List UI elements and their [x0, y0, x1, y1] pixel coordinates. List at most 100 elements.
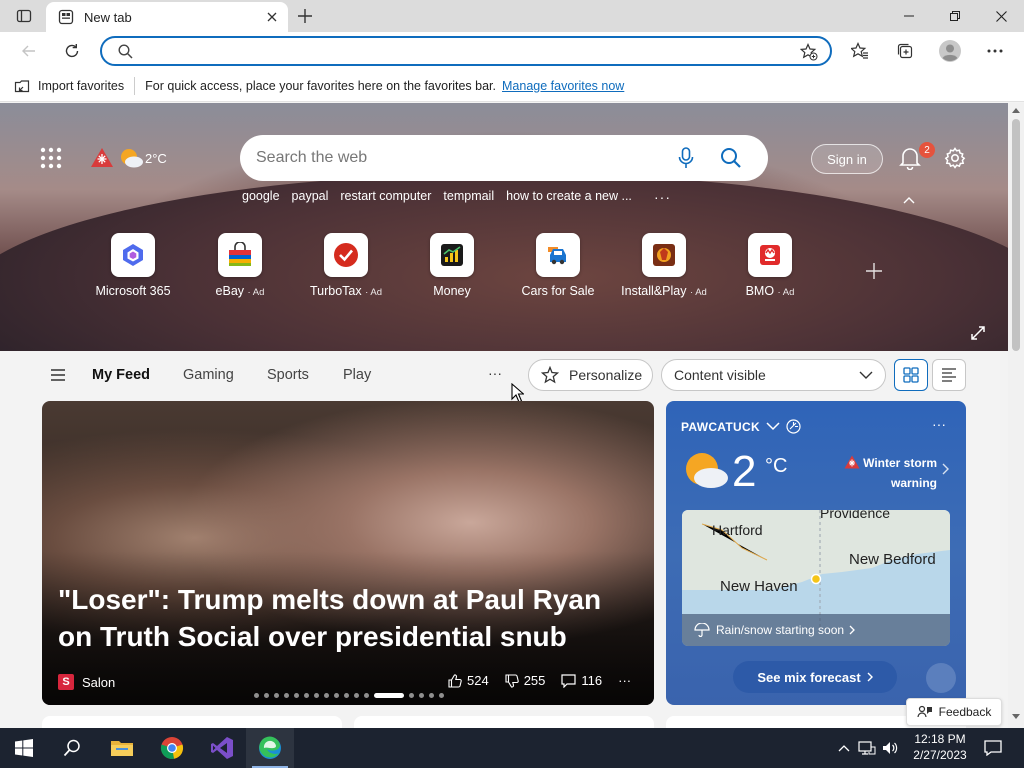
address-input[interactable]: [142, 41, 782, 61]
article-source[interactable]: S Salon: [58, 674, 115, 690]
profile-button[interactable]: [935, 36, 965, 66]
scroll-down-icon[interactable]: [1012, 714, 1020, 720]
tab-actions-button[interactable]: [8, 5, 40, 27]
carousel-dot[interactable]: [284, 693, 289, 698]
weather-location[interactable]: PAWCATUCK: [681, 419, 801, 434]
expand-background-icon[interactable]: [970, 325, 986, 341]
article-headline[interactable]: "Loser": Trump melts down at Paul Ryan o…: [58, 581, 638, 655]
top-story-card[interactable]: "Loser": Trump melts down at Paul Ryan o…: [42, 401, 654, 705]
weather-map[interactable]: Hartford Providence New Bedford New Have…: [682, 510, 950, 646]
carousel-dot[interactable]: [304, 693, 309, 698]
close-window-button[interactable]: [978, 0, 1024, 32]
see-forecast-button[interactable]: See mix forecast: [733, 661, 897, 693]
import-favorites-button[interactable]: Import favorites: [14, 78, 124, 94]
weather-more-button[interactable]: ···: [932, 416, 946, 432]
scrollbar-thumb[interactable]: [1012, 119, 1020, 351]
trending-search-link[interactable]: restart computer: [340, 189, 431, 203]
quick-link-install-play[interactable]: Install&Play · Ad: [609, 233, 719, 298]
address-bar[interactable]: [100, 36, 832, 66]
feed-more-button[interactable]: ···: [488, 365, 502, 381]
trending-search-link[interactable]: how to create a new ...: [506, 189, 632, 203]
weather-assistant-avatar[interactable]: [926, 663, 956, 693]
scroll-up-icon[interactable]: [1012, 107, 1020, 113]
comments-button[interactable]: 116: [561, 673, 602, 688]
minimize-button[interactable]: [886, 0, 932, 32]
content-visibility-dropdown[interactable]: Content visible: [661, 359, 886, 391]
tab-my-feed[interactable]: My Feed: [92, 367, 150, 383]
carousel-dot[interactable]: [274, 693, 279, 698]
add-quick-link-icon[interactable]: [864, 261, 884, 281]
new-tab-button[interactable]: [294, 5, 316, 27]
quick-link-microsoft-365[interactable]: Microsoft 365: [78, 233, 188, 298]
carousel-dot[interactable]: [264, 693, 269, 698]
favorites-button[interactable]: [845, 36, 875, 66]
chevron-up-icon[interactable]: [838, 744, 850, 752]
carousel-dot[interactable]: [364, 693, 369, 698]
trending-search-link[interactable]: tempmail: [443, 189, 494, 203]
web-search-box[interactable]: Search the web: [240, 135, 768, 181]
carousel-dot[interactable]: [419, 693, 424, 698]
chevron-right-icon[interactable]: [942, 463, 949, 475]
search-button[interactable]: [48, 728, 96, 768]
sign-in-button[interactable]: Sign in: [811, 144, 883, 174]
like-button[interactable]: 524: [448, 673, 489, 688]
weather-mini-widget[interactable]: 2°C: [90, 147, 167, 169]
tab-play[interactable]: Play: [343, 367, 371, 383]
carousel-dot[interactable]: [429, 693, 434, 698]
personalize-button[interactable]: Personalize: [528, 359, 653, 391]
tab-sports[interactable]: Sports: [267, 367, 309, 383]
trending-search-link[interactable]: google: [242, 189, 280, 203]
quick-link-turbotax[interactable]: TurboTax · Ad: [291, 233, 401, 298]
page-settings-button[interactable]: [944, 147, 966, 169]
add-favorite-icon[interactable]: [800, 43, 818, 61]
app-launcher-button[interactable]: [40, 147, 64, 171]
list-layout-button[interactable]: [932, 359, 966, 391]
settings-and-more-button[interactable]: [980, 36, 1010, 66]
back-button[interactable]: [14, 36, 44, 66]
network-icon[interactable]: [858, 740, 876, 756]
trending-more-button[interactable]: ···: [654, 189, 671, 205]
weather-card[interactable]: PAWCATUCK ··· 2 °C Winter storm warning …: [666, 401, 966, 705]
search-icon[interactable]: [720, 147, 742, 169]
system-clock[interactable]: 12:18 PM 2/27/2023: [908, 731, 972, 763]
page-scrollbar[interactable]: [1008, 103, 1024, 728]
dislike-button[interactable]: 255: [505, 673, 545, 688]
carousel-dot-active[interactable]: [374, 693, 404, 698]
collapse-chevron-icon[interactable]: [902, 195, 916, 205]
weather-alert[interactable]: Winter storm warning: [842, 453, 937, 493]
volume-icon[interactable]: [882, 740, 898, 756]
chrome-button[interactable]: [148, 728, 196, 768]
carousel-dot[interactable]: [344, 693, 349, 698]
tab-new-tab[interactable]: New tab: [46, 2, 288, 32]
feed-card-peek[interactable]: [354, 716, 654, 728]
carousel-dot[interactable]: [439, 693, 444, 698]
manage-favorites-link[interactable]: Manage favorites now: [502, 79, 624, 93]
carousel-dot[interactable]: [334, 693, 339, 698]
article-more-button[interactable]: ···: [618, 673, 631, 688]
edge-button[interactable]: [246, 728, 294, 768]
start-button[interactable]: [0, 728, 48, 768]
feedback-button[interactable]: Feedback: [906, 698, 1002, 726]
carousel-dot[interactable]: [354, 693, 359, 698]
carousel-dot[interactable]: [294, 693, 299, 698]
restore-button[interactable]: [932, 0, 978, 32]
close-tab-button[interactable]: [262, 7, 282, 27]
grid-layout-button[interactable]: [894, 359, 928, 391]
notifications-button[interactable]: 2: [899, 142, 935, 172]
tab-gaming[interactable]: Gaming: [183, 367, 234, 383]
quick-link-money[interactable]: Money: [397, 233, 507, 298]
visual-studio-button[interactable]: [198, 728, 246, 768]
quick-link-bmo[interactable]: BMO · Ad: [715, 233, 825, 298]
carousel-dot[interactable]: [254, 693, 259, 698]
quick-link-ebay[interactable]: eBay · Ad: [185, 233, 295, 298]
microphone-icon[interactable]: [678, 147, 694, 169]
quick-link-cars-for-sale[interactable]: Cars for Sale: [503, 233, 613, 298]
refresh-button[interactable]: [57, 36, 87, 66]
carousel-dot[interactable]: [324, 693, 329, 698]
feed-card-peek[interactable]: [42, 716, 342, 728]
file-explorer-button[interactable]: [98, 728, 146, 768]
hamburger-menu-icon[interactable]: [50, 369, 66, 381]
carousel-dot[interactable]: [409, 693, 414, 698]
trending-search-link[interactable]: paypal: [292, 189, 329, 203]
precipitation-banner[interactable]: Rain/snow starting soon: [682, 614, 950, 646]
